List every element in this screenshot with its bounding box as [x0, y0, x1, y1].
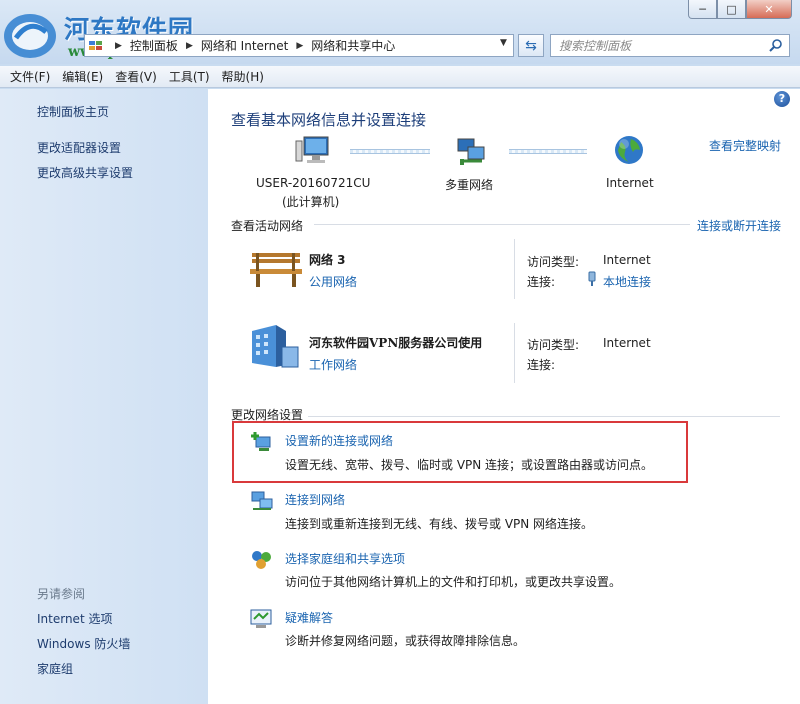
close-button[interactable]: ✕	[746, 0, 792, 19]
sidebar-link-internet-options[interactable]: Internet 选项	[37, 610, 112, 627]
internet-globe-icon[interactable]	[613, 134, 645, 169]
work-network-building-icon	[248, 325, 300, 372]
network-1-access-label: 访问类型:	[527, 255, 580, 269]
connection-line	[350, 149, 430, 154]
internet-label: Internet	[606, 176, 654, 190]
search-input[interactable]: 搜索控制面板	[550, 34, 790, 57]
menu-tools[interactable]: 工具(T)	[169, 68, 210, 85]
help-icon[interactable]: ?	[774, 91, 790, 107]
watermark-logo-icon	[2, 8, 62, 60]
multiple-networks-icon[interactable]	[454, 137, 488, 170]
network-2-access-value: Internet	[603, 336, 651, 350]
network-1-name: 网络 3	[309, 253, 346, 267]
menu-file[interactable]: 文件(F)	[10, 68, 50, 85]
task-connect-to-network-desc: 连接到或重新连接到无线、有线、拨号或 VPN 网络连接。	[285, 517, 594, 531]
breadcrumb-control-panel[interactable]: 控制面板	[130, 37, 178, 54]
computer-name: USER-20160721CU	[256, 176, 371, 190]
menu-help[interactable]: 帮助(H)	[222, 68, 264, 85]
network-1-conn-link[interactable]: 本地连接	[603, 273, 651, 290]
sidebar-link-windows-firewall[interactable]: Windows 防火墙	[37, 635, 130, 652]
address-bar[interactable]: ▶ 控制面板 ▶ 网络和 Internet ▶ 网络和共享中心	[84, 34, 514, 57]
refresh-button[interactable]: ⇆	[518, 34, 544, 57]
troubleshoot-icon	[250, 608, 274, 633]
search-icon[interactable]	[769, 38, 783, 55]
park-bench-icon	[250, 249, 304, 292]
see-also-heading: 另请参阅	[37, 587, 86, 601]
highlight-box	[232, 421, 688, 483]
task-setup-new-connection-link[interactable]: 设置新的连接或网络	[285, 432, 393, 449]
breadcrumb-arrow-icon[interactable]: ▶	[296, 41, 303, 51]
sidebar-link-adapter-settings[interactable]: 更改适配器设置	[37, 139, 121, 156]
homegroup-icon	[250, 549, 274, 574]
network-1-conn-label: 连接:	[527, 275, 556, 289]
divider	[308, 416, 780, 417]
network-1-access-value: Internet	[603, 253, 651, 267]
connect-disconnect-link[interactable]: 连接或断开连接	[697, 217, 781, 234]
sidebar: 控制面板主页 更改适配器设置 更改高级共享设置 另请参阅 Internet 选项…	[0, 89, 208, 704]
task-troubleshoot-desc: 诊断并修复网络问题，或获得故障排除信息。	[285, 634, 526, 648]
connection-line	[509, 149, 587, 154]
multiple-networks-label: 多重网络	[445, 178, 494, 192]
address-dropdown-icon[interactable]: ▼	[500, 38, 507, 48]
main-content: ? 查看基本网络信息并设置连接 查看完整映射 USER-20160721CU (…	[208, 89, 800, 704]
task-setup-new-connection-desc: 设置无线、宽带、拨号、临时或 VPN 连接；或设置路由器或访问点。	[285, 458, 654, 472]
sidebar-link-homegroup[interactable]: 家庭组	[37, 660, 73, 677]
divider	[314, 224, 690, 225]
divider	[514, 323, 515, 383]
new-connection-icon	[250, 431, 274, 456]
sidebar-link-advanced-sharing[interactable]: 更改高级共享设置	[37, 164, 133, 181]
network-2-type-link[interactable]: 工作网络	[309, 356, 357, 373]
task-connect-to-network-link[interactable]: 连接到网络	[285, 491, 345, 508]
control-panel-icon	[89, 40, 103, 52]
page-title: 查看基本网络信息并设置连接	[231, 111, 427, 129]
task-homegroup-sharing-desc: 访问位于其他网络计算机上的文件和打印机，或更改共享设置。	[285, 575, 622, 589]
window-controls: ─ □ ✕	[688, 0, 792, 19]
breadcrumb-arrow-icon[interactable]: ▶	[186, 41, 193, 51]
breadcrumb-network-internet[interactable]: 网络和 Internet	[201, 37, 288, 54]
breadcrumb-arrow-icon: ▶	[115, 40, 122, 51]
computer-icon[interactable]	[294, 135, 330, 170]
menu-view[interactable]: 查看(V)	[115, 68, 157, 85]
network-1-type-link[interactable]: 公用网络	[309, 273, 357, 290]
active-networks-heading: 查看活动网络	[231, 219, 304, 233]
minimize-button[interactable]: ─	[688, 0, 717, 19]
divider	[514, 239, 515, 299]
network-2-name: 河东软件园VPN服务器公司使用	[309, 336, 483, 350]
connect-to-network-icon	[250, 490, 274, 515]
task-troubleshoot-link[interactable]: 疑难解答	[285, 609, 333, 626]
view-full-map-link[interactable]: 查看完整映射	[709, 137, 781, 154]
refresh-icon: ⇆	[525, 37, 537, 54]
network-2-conn-label: 连接:	[527, 358, 556, 372]
task-homegroup-sharing-link[interactable]: 选择家庭组和共享选项	[285, 550, 405, 567]
local-connection-icon	[586, 271, 598, 290]
menu-bar: 文件(F) 编辑(E) 查看(V) 工具(T) 帮助(H)	[0, 66, 800, 88]
sidebar-link-control-panel-home[interactable]: 控制面板主页	[37, 103, 109, 120]
breadcrumb-network-sharing-center[interactable]: 网络和共享中心	[311, 37, 395, 54]
search-placeholder: 搜索控制面板	[559, 39, 632, 53]
computer-sub: (此计算机)	[282, 195, 340, 209]
menu-edit[interactable]: 编辑(E)	[62, 68, 103, 85]
maximize-button[interactable]: □	[717, 0, 746, 19]
network-2-access-label: 访问类型:	[527, 338, 580, 352]
